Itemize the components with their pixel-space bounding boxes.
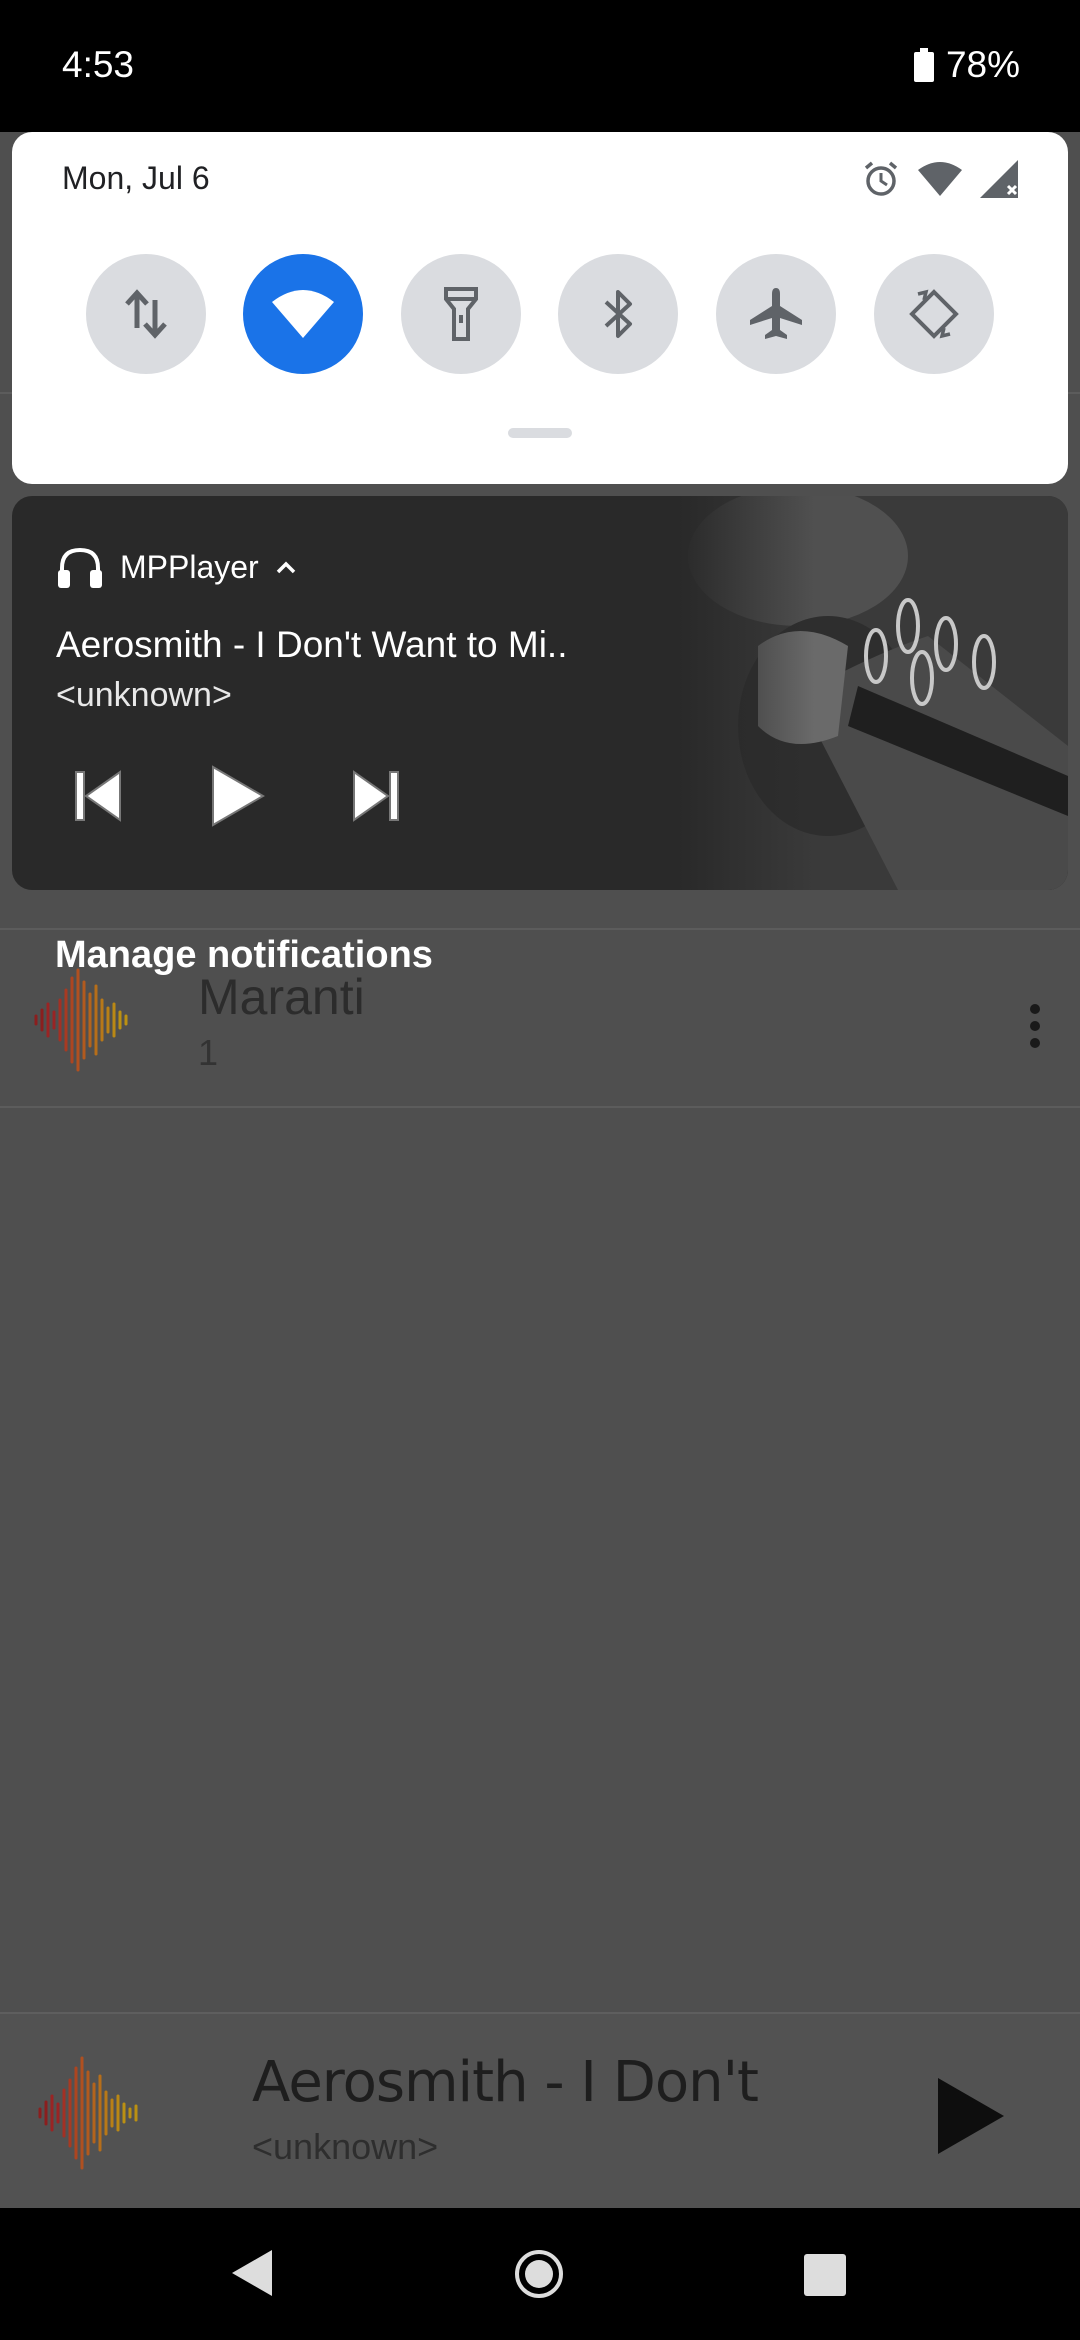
qs-date[interactable]: Mon, Jul 6 <box>62 160 210 197</box>
row-divider <box>0 1106 1080 1108</box>
status-bar: 4:53 78% <box>0 0 1080 132</box>
airplane-icon <box>750 288 802 339</box>
wifi-status-icon <box>918 162 962 196</box>
battery-indicator: 78% <box>913 44 1020 86</box>
media-title: Aerosmith - I Don't Want to Mi.. <box>56 624 568 665</box>
list-item-subtitle: 1 <box>198 1032 219 1073</box>
tile-bluetooth[interactable] <box>558 254 678 374</box>
play-icon <box>212 765 265 827</box>
skip-previous-button[interactable] <box>56 754 140 838</box>
rotate-icon <box>909 289 959 339</box>
recents-icon[interactable] <box>804 2254 846 2296</box>
skip-previous-icon <box>75 770 121 822</box>
tile-auto-rotate[interactable] <box>874 254 994 374</box>
navigation-bar <box>0 2208 1080 2340</box>
waveform-icon <box>38 2056 138 2170</box>
battery-icon <box>913 48 934 82</box>
alarm-icon <box>864 161 898 196</box>
play-icon[interactable] <box>938 2078 1004 2154</box>
home-icon[interactable] <box>513 2248 565 2300</box>
bluetooth-icon <box>604 290 632 338</box>
headphones-icon <box>58 547 102 588</box>
media-artist: <unknown> <box>56 676 232 714</box>
waveform-icon <box>34 968 128 1072</box>
more-vert-icon[interactable] <box>1030 1004 1040 1048</box>
play-button[interactable] <box>196 754 280 838</box>
back-icon[interactable] <box>232 2250 272 2296</box>
media-app-header[interactable]: MPPlayer <box>56 544 297 590</box>
status-time: 4:53 <box>62 44 135 85</box>
mini-player-artist: <unknown> <box>252 2126 439 2167</box>
tile-airplane-mode[interactable] <box>716 254 836 374</box>
media-app-name: MPPlayer <box>120 548 259 585</box>
skip-next-button[interactable] <box>334 754 418 838</box>
flashlight-icon <box>444 287 478 341</box>
album-art <box>678 496 1068 890</box>
qs-drag-handle[interactable] <box>508 428 572 438</box>
quick-settings-panel: Mon, Jul 6 <box>12 132 1068 484</box>
tile-wifi[interactable] <box>243 254 363 374</box>
media-notification[interactable]: MPPlayer Aerosmith - I Don't Want to Mi.… <box>12 496 1068 890</box>
cell-signal-icon <box>980 160 1018 198</box>
wifi-icon <box>272 290 334 338</box>
tile-flashlight[interactable] <box>401 254 521 374</box>
battery-percent: 78% <box>945 44 1020 85</box>
qs-status-icons <box>862 160 1018 198</box>
up-down-arrows-icon <box>125 289 167 339</box>
skip-next-icon <box>353 770 399 822</box>
row-divider <box>0 928 1080 930</box>
mini-player-title[interactable]: Aerosmith - I Don't <box>252 2050 759 2115</box>
chevron-up-icon[interactable] <box>275 560 297 574</box>
tile-mobile-data[interactable] <box>86 254 206 374</box>
manage-notifications-button[interactable]: Manage notifications <box>55 934 433 977</box>
